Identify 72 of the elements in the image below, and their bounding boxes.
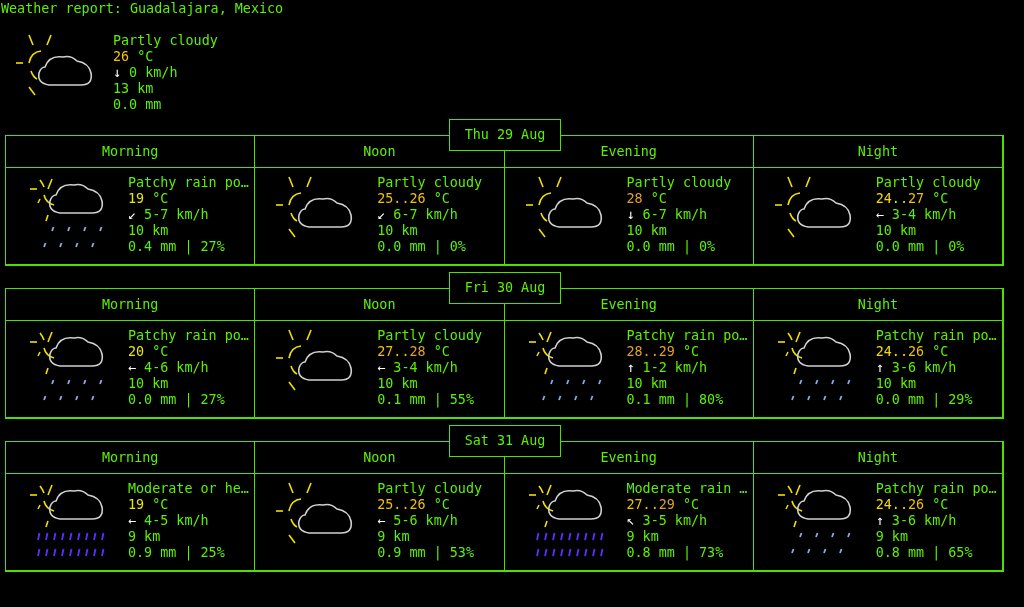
report-title: Weather report: Guadalajara, Mexico bbox=[1, 1, 284, 17]
precipitation: 0.0 mm | 0% bbox=[875, 239, 965, 255]
period-heading: Night bbox=[753, 442, 1003, 474]
weather-description: Moderate or he… bbox=[128, 481, 249, 497]
temperature: 25..26 °C bbox=[377, 497, 450, 513]
wind-speed: ↓ 6-7 km/h bbox=[626, 207, 708, 223]
precipitation: 0.0 mm | 29% bbox=[875, 392, 973, 408]
wind-speed: ← 4-5 km/h bbox=[128, 513, 209, 529]
precipitation: 0.0 mm bbox=[113, 97, 162, 113]
temperature: 25..26 °C bbox=[377, 191, 450, 207]
temperature: 27..28 °C bbox=[377, 344, 450, 360]
precipitation: 0.0 mm | 27% bbox=[128, 392, 225, 408]
wind-speed: ↙ 5-7 km/h bbox=[128, 207, 209, 223]
weather-description: Partly cloudy bbox=[377, 481, 483, 497]
temperature: 24..27 °C bbox=[875, 191, 949, 207]
period-heading: Night bbox=[753, 289, 1003, 321]
precipitation: 0.0 mm | 0% bbox=[377, 239, 466, 255]
weather-description: Patchy rain po… bbox=[875, 481, 997, 497]
temperature: 28..29 °C bbox=[626, 344, 700, 360]
visibility: 13 km bbox=[113, 81, 154, 97]
temperature: 20 °C bbox=[128, 344, 169, 360]
weather-description: Partly cloudy bbox=[626, 175, 732, 191]
precipitation: 0.1 mm | 55% bbox=[377, 392, 474, 408]
precipitation: 0.1 mm | 80% bbox=[626, 392, 724, 408]
precipitation: 0.9 mm | 25% bbox=[128, 545, 225, 561]
visibility: 10 km bbox=[128, 376, 169, 392]
wind-speed: ↖ 3-5 km/h bbox=[626, 513, 708, 529]
weather-description: Patchy rain po… bbox=[875, 328, 997, 344]
weather-description: Moderate rain … bbox=[626, 481, 748, 497]
period-heading: Morning bbox=[6, 289, 256, 321]
wind-speed: ↓ 0 km/h bbox=[113, 65, 178, 81]
temperature: 19 °C bbox=[128, 191, 169, 207]
period-heading: Night bbox=[753, 136, 1003, 168]
wind-speed: ↑ 3-6 km/h bbox=[875, 513, 957, 529]
wind-speed: ↑ 1-2 km/h bbox=[626, 360, 708, 376]
precipitation: 0.9 mm | 53% bbox=[377, 545, 474, 561]
visibility: 10 km bbox=[377, 223, 418, 239]
period-heading: Morning bbox=[6, 442, 256, 474]
visibility: 10 km bbox=[128, 223, 169, 239]
temperature: 24..26 °C bbox=[875, 497, 949, 513]
wind-speed: ↙ 6-7 km/h bbox=[377, 207, 458, 223]
weather-description: Patchy rain po… bbox=[128, 328, 249, 344]
visibility: 10 km bbox=[626, 376, 667, 392]
wind-speed: ← 3-4 km/h bbox=[377, 360, 458, 376]
visibility: 10 km bbox=[377, 376, 418, 392]
wind-speed: ↑ 3-6 km/h bbox=[875, 360, 957, 376]
temperature: 26 °C bbox=[113, 49, 154, 65]
precipitation: 0.4 mm | 27% bbox=[128, 239, 225, 255]
weather-description: Patchy rain po… bbox=[626, 328, 748, 344]
wind-speed: ← 4-6 km/h bbox=[128, 360, 209, 376]
period-heading: Morning bbox=[6, 136, 256, 168]
weather-description: Partly cloudy bbox=[875, 175, 981, 191]
temperature: 19 °C bbox=[128, 497, 169, 513]
wind-speed: ← 3-4 km/h bbox=[875, 207, 957, 223]
visibility: 9 km bbox=[875, 529, 908, 545]
visibility: 9 km bbox=[377, 529, 410, 545]
weather-description: Partly cloudy bbox=[113, 33, 218, 49]
temperature: 27..29 °C bbox=[626, 497, 700, 513]
visibility: 10 km bbox=[875, 223, 917, 239]
precipitation: 0.0 mm | 0% bbox=[626, 239, 716, 255]
weather-description: Patchy rain po… bbox=[128, 175, 249, 191]
visibility: 9 km bbox=[626, 529, 659, 545]
weather-description: Partly cloudy bbox=[377, 175, 483, 191]
visibility: 10 km bbox=[626, 223, 667, 239]
temperature: 28 °C bbox=[626, 191, 667, 207]
precipitation: 0.8 mm | 65% bbox=[875, 545, 973, 561]
wind-speed: ← 5-6 km/h bbox=[377, 513, 458, 529]
visibility: 10 km bbox=[875, 376, 917, 392]
precipitation: 0.8 mm | 73% bbox=[626, 545, 724, 561]
weather-description: Partly cloudy bbox=[377, 328, 483, 344]
temperature: 24..26 °C bbox=[875, 344, 949, 360]
visibility: 9 km bbox=[128, 529, 161, 545]
